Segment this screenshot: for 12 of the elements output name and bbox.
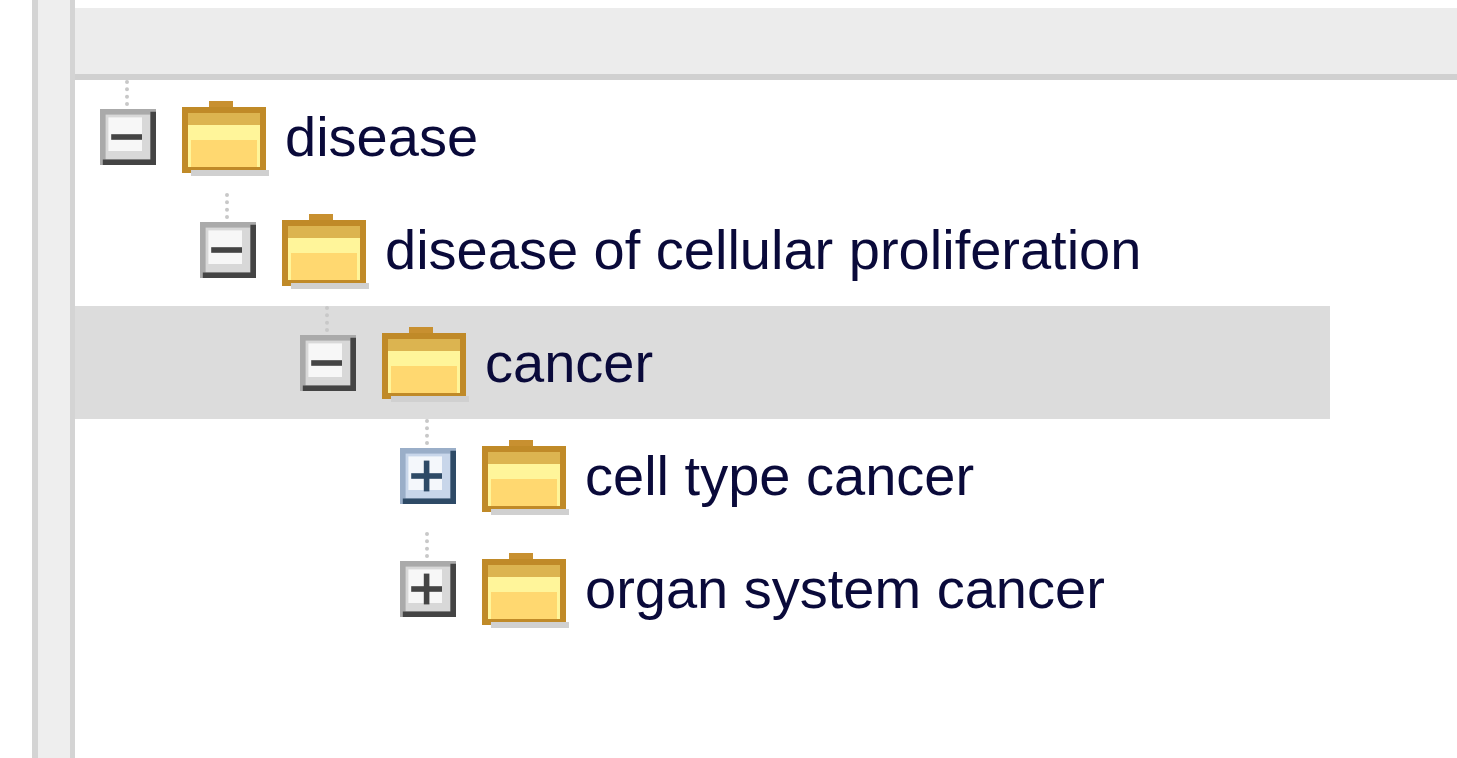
tree-label: disease [285, 108, 479, 165]
tree-label: cancer [485, 334, 654, 391]
collapse-icon[interactable] [100, 108, 156, 165]
expand-icon[interactable] [400, 447, 456, 504]
tree-row[interactable]: cell type cancer [75, 419, 1330, 532]
tree-row[interactable]: disease of cellular proliferation [75, 193, 1330, 306]
expand-icon[interactable] [400, 560, 456, 617]
tree-row[interactable]: cancer [75, 306, 1330, 419]
tree-row[interactable]: organ system cancer [75, 532, 1330, 645]
tree-row[interactable]: disease [75, 80, 1330, 193]
collapse-icon[interactable] [200, 221, 256, 278]
collapse-icon[interactable] [300, 334, 356, 391]
